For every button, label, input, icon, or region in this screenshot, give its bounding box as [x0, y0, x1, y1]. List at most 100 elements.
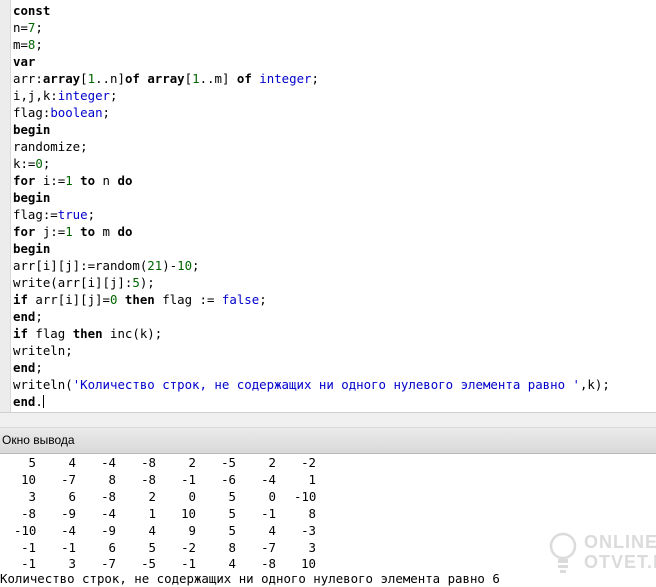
code-token: if [13, 326, 28, 341]
output-cell: -8 [21, 505, 36, 521]
code-area[interactable]: const n=7; m=8; var arr:array[1..n]of array[… [13, 2, 610, 410]
output-row: -8 -9 -4 1 10 5 -1 8 [0, 505, 656, 522]
code-token: ; [87, 207, 96, 222]
code-token: end [13, 360, 36, 375]
code-token: [ [184, 71, 193, 86]
output-cell: -1 [61, 539, 76, 555]
output-panel-header: Окно вывода [0, 428, 656, 454]
code-line: flag:boolean; [13, 104, 610, 121]
output-cell: -4 [101, 505, 116, 521]
code-token: begin [13, 190, 51, 205]
code-line: writeln; [13, 342, 610, 359]
output-cell: -1 [181, 471, 196, 487]
code-token: begin [13, 122, 51, 137]
code-token: ; [35, 37, 43, 52]
output-cell: -8 [141, 471, 156, 487]
code-token: writeln( [13, 377, 73, 392]
code-token: arr[i][j]:=random( [13, 258, 148, 273]
code-token: for [13, 224, 36, 239]
code-token: ; [192, 258, 200, 273]
output-cell: 4 [268, 522, 276, 538]
code-line: end. [13, 393, 610, 410]
code-token: n [95, 173, 118, 188]
code-line: end; [13, 308, 610, 325]
output-result-line: Количество строк, не содержащих ни одног… [0, 571, 500, 586]
code-line: i,j,k:integer; [13, 87, 610, 104]
code-token: ,k); [579, 377, 610, 392]
code-token: writeln; [13, 343, 73, 358]
output-cell: -8 [141, 455, 156, 470]
output-cell: 6 [68, 488, 76, 504]
output-cell: -9 [101, 522, 116, 538]
output-cell: -5 [221, 455, 236, 470]
output-cell: 0 [268, 488, 276, 504]
code-token: i,j,k: [13, 88, 58, 103]
output-cell: 8 [108, 471, 116, 487]
output-cell: -1 [21, 556, 36, 572]
code-token: ; [35, 309, 43, 324]
editor-gutter [0, 0, 11, 412]
code-token: j:= [35, 224, 66, 239]
panel-splitter[interactable] [0, 412, 656, 428]
code-token: array [42, 71, 81, 86]
code-token: inc(k); [102, 326, 163, 341]
output-cell: 8 [228, 539, 236, 555]
code-line: k:=0; [13, 155, 610, 172]
output-cell: -7 [61, 471, 76, 487]
code-token: flag: [13, 105, 51, 120]
output-row: -1 -1 6 5 -2 8 -7 3 [0, 539, 656, 556]
output-row: 5 4 -4 -8 2 -5 2 -2 [0, 454, 656, 471]
code-editor[interactable]: const n=7; m=8; var arr:array[1..n]of array[… [0, 0, 656, 412]
code-token: ; [259, 292, 267, 307]
output-cell: -2 [181, 539, 196, 555]
code-token: of [124, 71, 140, 86]
output-cell: 5 [28, 455, 36, 470]
output-cell: -8 [101, 488, 116, 504]
output-cell: 5 [148, 539, 156, 555]
code-token: of [236, 71, 252, 86]
output-cell: 4 [68, 455, 76, 470]
output-cell: 10 [301, 556, 316, 572]
code-line: if flag then inc(k); [13, 325, 610, 342]
code-token: ; [35, 20, 43, 35]
output-cell: 2 [268, 455, 276, 470]
code-token: begin [13, 241, 51, 256]
output-cell: -10 [14, 522, 37, 538]
output-cell: -1 [181, 556, 196, 572]
code-token: ; [109, 88, 118, 103]
code-line: end; [13, 359, 610, 376]
output-cell: -6 [221, 471, 236, 487]
code-token: arr[i][j]= [27, 292, 110, 307]
code-token: ..m] [199, 71, 237, 86]
output-cell: 4 [148, 522, 156, 538]
code-line: flag:=true; [13, 206, 610, 223]
code-token: var [13, 54, 36, 69]
output-cell: 1 [148, 505, 156, 521]
output-cell: 6 [108, 539, 116, 555]
output-row: 10 -7 8 -8 -1 -6 -4 1 [0, 471, 656, 488]
code-token: if [13, 292, 28, 307]
code-line: const [13, 2, 610, 19]
output-panel[interactable]: Количество строк, не содержащих ни одног… [0, 454, 656, 586]
code-token: for [13, 173, 36, 188]
output-cell: 8 [308, 505, 316, 521]
output-cell: -10 [294, 488, 317, 504]
code-token: m= [13, 37, 28, 52]
output-cell: -3 [301, 522, 316, 538]
output-cell: 1 [308, 471, 316, 487]
code-token: to [80, 224, 96, 239]
output-cell: 4 [228, 556, 236, 572]
output-cell: -7 [261, 539, 276, 555]
code-token: flag:= [13, 207, 58, 222]
code-line: var [13, 53, 610, 70]
code-token: flag := [154, 292, 222, 307]
code-token: ; [35, 360, 43, 375]
output-cell: 3 [28, 488, 36, 504]
code-token: 1 [65, 224, 73, 239]
code-token: then [72, 326, 103, 341]
output-row: 3 6 -8 2 0 5 0 -10 [0, 488, 656, 505]
code-line: randomize; [13, 138, 610, 155]
output-cell: -7 [101, 556, 116, 572]
output-cell: -9 [61, 505, 76, 521]
code-token: false [221, 292, 260, 307]
